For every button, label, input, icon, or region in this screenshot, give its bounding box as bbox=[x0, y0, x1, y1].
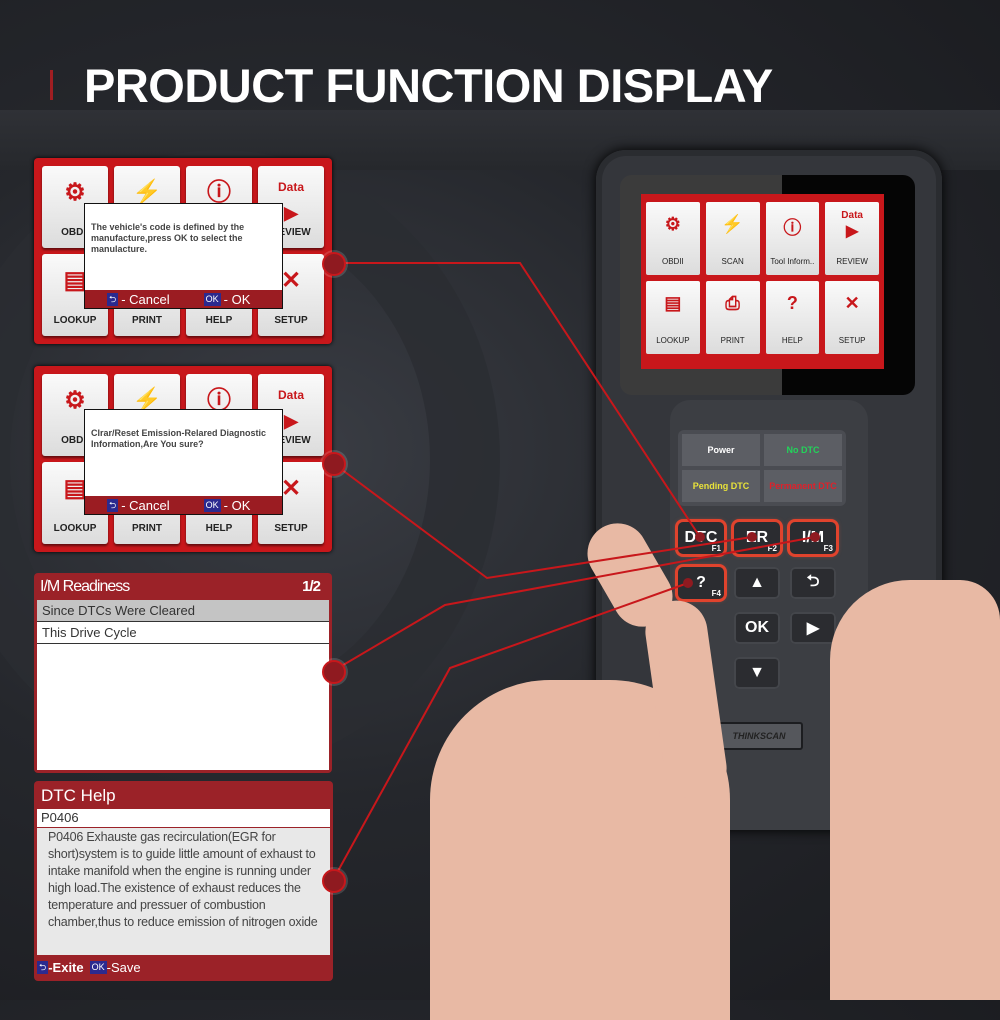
callout-end-4 bbox=[683, 578, 693, 588]
ok-button[interactable]: OK - OK bbox=[203, 498, 250, 513]
callout-end-2 bbox=[747, 532, 757, 542]
dtc-description: P0406 Exhauste gas recirculation(EGR for… bbox=[37, 828, 330, 955]
callout-dot-4 bbox=[322, 869, 346, 893]
back-icon: ⮌ bbox=[37, 961, 49, 974]
dialog-message: Clrar/Reset Emission-Relared Diagnostic … bbox=[91, 428, 267, 449]
callout-dot-3 bbox=[322, 660, 346, 684]
callout-end-1 bbox=[695, 532, 705, 542]
callout-dot-2 bbox=[322, 452, 346, 476]
callout-end-3 bbox=[810, 532, 820, 542]
save-button[interactable]: OK -Save bbox=[89, 960, 141, 975]
dtc-help-footer: ⮌ -Exite OK -Save bbox=[37, 960, 141, 975]
clear-dtc-dialog: Clrar/Reset Emission-Relared Diagnostic … bbox=[84, 409, 283, 515]
manufacturer-dialog: The vehicle's code is defined by the man… bbox=[84, 203, 283, 309]
list-item-since-cleared[interactable]: Since DTCs Were Cleared bbox=[37, 600, 329, 622]
list-item-drive-cycle[interactable]: This Drive Cycle bbox=[37, 622, 329, 644]
im-readiness-header: I/M Readiness 1/2 bbox=[34, 573, 332, 600]
back-icon: ⮌ bbox=[107, 292, 119, 306]
dialog-message: The vehicle's code is defined by the man… bbox=[91, 222, 245, 254]
exit-button[interactable]: ⮌ -Exite bbox=[37, 960, 84, 975]
dialog-button-bar: ⮌ - Cancel OK - OK bbox=[85, 496, 282, 514]
im-readiness-title: I/M Readiness bbox=[40, 577, 130, 595]
callout-line-4 bbox=[332, 582, 689, 881]
dialog-button-bar: ⮌ - Cancel OK - OK bbox=[85, 290, 282, 308]
callout-line-3 bbox=[332, 536, 816, 672]
im-readiness-panel: I/M Readiness 1/2 Since DTCs Were Cleare… bbox=[34, 573, 332, 773]
dtc-help-panel: DTC Help P0406 P0406 Exhauste gas recirc… bbox=[34, 781, 333, 981]
callout-line-1 bbox=[333, 262, 701, 538]
cancel-button[interactable]: ⮌ - Cancel bbox=[107, 498, 170, 513]
cancel-button[interactable]: ⮌ - Cancel bbox=[107, 292, 170, 307]
page-indicator: 1/2 bbox=[302, 578, 321, 595]
back-icon: ⮌ bbox=[107, 498, 119, 512]
dtc-help-title: DTC Help bbox=[41, 786, 116, 805]
dtc-code: P0406 bbox=[37, 809, 330, 827]
menu-panel-1: ⚙OBDII ⚡SCAN ⓘTool Inform.. Data▶REVIEW … bbox=[34, 158, 332, 344]
callout-dot-1 bbox=[322, 252, 346, 276]
menu-panel-2: ⚙OBDII ⚡SCAN ⓘTool Inform.. Data▶REVIEW … bbox=[34, 366, 332, 552]
ok-button[interactable]: OK - OK bbox=[203, 292, 250, 307]
